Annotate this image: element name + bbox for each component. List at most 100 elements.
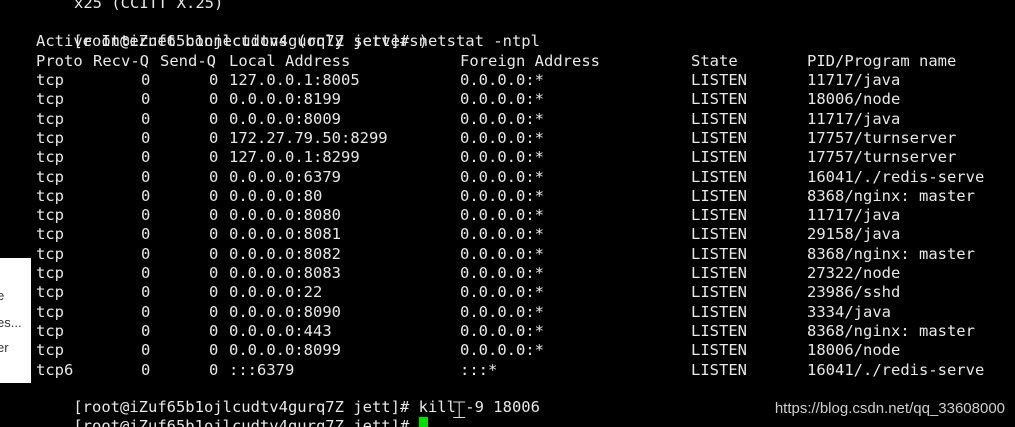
cell-foreign-address: 0.0.0.0:* xyxy=(460,71,544,89)
cell-sendq: 0 xyxy=(209,167,219,186)
col-recvq: Recv-Q xyxy=(93,52,149,70)
col-proto: Proto xyxy=(36,52,83,70)
cell-proto: tcp xyxy=(36,321,64,340)
cell-foreign-address: 0.0.0.0:* xyxy=(460,206,544,225)
cell-state: LISTEN xyxy=(691,128,747,147)
cell-pid-program: 17757/turnserver xyxy=(807,148,957,167)
cell-state: LISTEN xyxy=(691,321,747,340)
cell-sendq: 0 xyxy=(209,244,219,263)
cell-proto: tcp xyxy=(36,244,64,263)
cell-local-address: 0.0.0.0:8009 xyxy=(229,109,341,128)
cell-foreign-address: 0.0.0.0:* xyxy=(460,186,544,205)
cell-sendq: 0 xyxy=(209,264,219,282)
cell-foreign-address: 0.0.0.0:* xyxy=(460,264,544,282)
cell-state: LISTEN xyxy=(691,71,747,89)
cell-state: LISTEN xyxy=(691,341,747,360)
cell-foreign-address: 0.0.0.0:* xyxy=(460,167,544,186)
table-row: tcp 0 0 127.0.0.1:8299 0.0.0.0:* LISTEN 17757/… xyxy=(36,148,1011,167)
cell-state: LISTEN xyxy=(691,283,747,302)
cell-proto: tcp xyxy=(36,264,64,282)
cell-recvq: 0 xyxy=(141,71,151,89)
table-row: tcp 0 0 172.27.79.50:8299 0.0.0.0:* LISTEN 177… xyxy=(36,129,1011,148)
cell-state: LISTEN xyxy=(691,264,747,282)
table-row: tcp 0 0 0.0.0.0:6379 0.0.0.0:* LISTEN 16041/./… xyxy=(36,168,1011,187)
table-row: tcp 0 0 127.0.0.1:8005 0.0.0.0:* LISTEN 11717/… xyxy=(36,71,1011,90)
cell-sendq: 0 xyxy=(209,225,219,244)
cell-recvq: 0 xyxy=(141,264,151,282)
cell-foreign-address: 0.0.0.0:* xyxy=(460,128,544,147)
cell-foreign-address: 0.0.0.0:* xyxy=(460,321,544,340)
cell-sendq: 0 xyxy=(209,186,219,205)
cell-state: LISTEN xyxy=(691,186,747,205)
command-netstat: netstat -ntpl xyxy=(418,32,540,50)
col-state: State xyxy=(691,52,738,70)
cell-pid-program: 16041/./redis-serve xyxy=(807,167,985,186)
cell-local-address: 0.0.0.0:80 xyxy=(229,186,323,205)
cell-foreign-address: 0.0.0.0:* xyxy=(460,225,544,244)
cell-recvq: 0 xyxy=(141,283,151,302)
cell-foreign-address: 0.0.0.0:* xyxy=(460,148,544,167)
cell-local-address: 0.0.0.0:8083 xyxy=(229,264,341,282)
cell-foreign-address: 0.0.0.0:* xyxy=(460,90,544,109)
terminal-window[interactable]: x25 (CCITT X.25) [root@iZuf65b1ojlcudtv4… xyxy=(31,0,1015,427)
cell-recvq: 0 xyxy=(141,321,151,340)
cell-proto: tcp xyxy=(36,167,64,186)
cell-recvq: 0 xyxy=(141,341,151,360)
prompt-line-current[interactable]: [root@iZuf65b1ojlcudtv4gurq7Z jett]# xyxy=(36,398,428,427)
cell-recvq: 0 xyxy=(141,167,151,186)
cell-state: LISTEN xyxy=(691,148,747,167)
cell-recvq: 0 xyxy=(141,302,151,321)
cell-foreign-address: :::* xyxy=(460,360,498,379)
cell-recvq: 0 xyxy=(141,90,151,109)
cell-recvq: 0 xyxy=(141,225,151,244)
cell-sendq: 0 xyxy=(209,360,219,379)
cell-local-address: 0.0.0.0:443 xyxy=(229,321,332,340)
table-row: tcp 0 0 0.0.0.0:8082 0.0.0.0:* LISTEN 8368/ngi… xyxy=(36,245,1011,264)
cell-pid-program: 8368/nginx: master xyxy=(807,186,975,205)
panel-fragment-2: es... xyxy=(0,315,22,330)
cell-proto: tcp xyxy=(36,302,64,321)
background-window-panel: e es... er xyxy=(0,0,31,427)
cell-local-address: 127.0.0.1:8299 xyxy=(229,148,360,167)
prompt-line-netstat: [root@iZuf65b1ojlcudtv4gurq7Z jett]# net… xyxy=(36,13,540,50)
cell-proto: tcp xyxy=(36,341,64,360)
cell-sendq: 0 xyxy=(209,321,219,340)
col-foreign-address: Foreign Address xyxy=(460,52,600,70)
table-row: tcp 0 0 0.0.0.0:443 0.0.0.0:* LISTEN 8368/ngin… xyxy=(36,322,1011,341)
terminal-top-fragment: x25 (CCITT X.25) xyxy=(74,0,224,12)
cell-state: LISTEN xyxy=(691,90,747,109)
cell-local-address: 172.27.79.50:8299 xyxy=(229,128,388,147)
cell-local-address: 0.0.0.0:8199 xyxy=(229,90,341,109)
mouse-ibeam-icon: ⌶ xyxy=(452,396,467,424)
cell-pid-program: 11717/java xyxy=(807,206,901,225)
table-row: tcp 0 0 0.0.0.0:8099 0.0.0.0:* LISTEN 18006/no… xyxy=(36,341,1011,360)
cell-recvq: 0 xyxy=(141,360,151,379)
cell-state: LISTEN xyxy=(691,360,747,379)
cell-pid-program: 8368/nginx: master xyxy=(807,244,975,263)
cell-recvq: 0 xyxy=(141,148,151,167)
watermark: https://blog.csdn.net/qq_33608000 xyxy=(774,400,1005,417)
cell-proto: tcp xyxy=(36,206,64,225)
cell-pid-program: 3334/java xyxy=(807,302,891,321)
cell-proto: tcp xyxy=(36,90,64,109)
table-row: tcp 0 0 0.0.0.0:22 0.0.0.0:* LISTEN 23986/sshd xyxy=(36,283,1011,302)
panel-fragment-3: er xyxy=(0,340,9,355)
cell-foreign-address: 0.0.0.0:* xyxy=(460,244,544,263)
cell-proto: tcp xyxy=(36,283,64,302)
table-row: tcp 0 0 0.0.0.0:8009 0.0.0.0:* LISTEN 11717/ja… xyxy=(36,110,1011,129)
cell-sendq: 0 xyxy=(209,283,219,302)
table-row: tcp6 0 0:::6379:::* LISTEN 16041/./redis-ser… xyxy=(36,361,1011,380)
cell-proto: tcp xyxy=(36,186,64,205)
cell-pid-program: 16041/./redis-serve xyxy=(807,360,985,379)
cell-sendq: 0 xyxy=(209,109,219,128)
cell-foreign-address: 0.0.0.0:* xyxy=(460,341,544,360)
text-cursor xyxy=(418,417,428,427)
cell-pid-program: 8368/nginx: master xyxy=(807,321,975,340)
cell-proto: tcp xyxy=(36,71,64,89)
table-row: tcp 0 0 0.0.0.0:8080 0.0.0.0:* LISTEN 11717/ja… xyxy=(36,206,1011,225)
cell-sendq: 0 xyxy=(209,148,219,167)
cell-sendq: 0 xyxy=(209,341,219,360)
cell-pid-program: 11717/java xyxy=(807,109,901,128)
cell-proto: tcp xyxy=(36,225,64,244)
cell-sendq: 0 xyxy=(209,206,219,225)
